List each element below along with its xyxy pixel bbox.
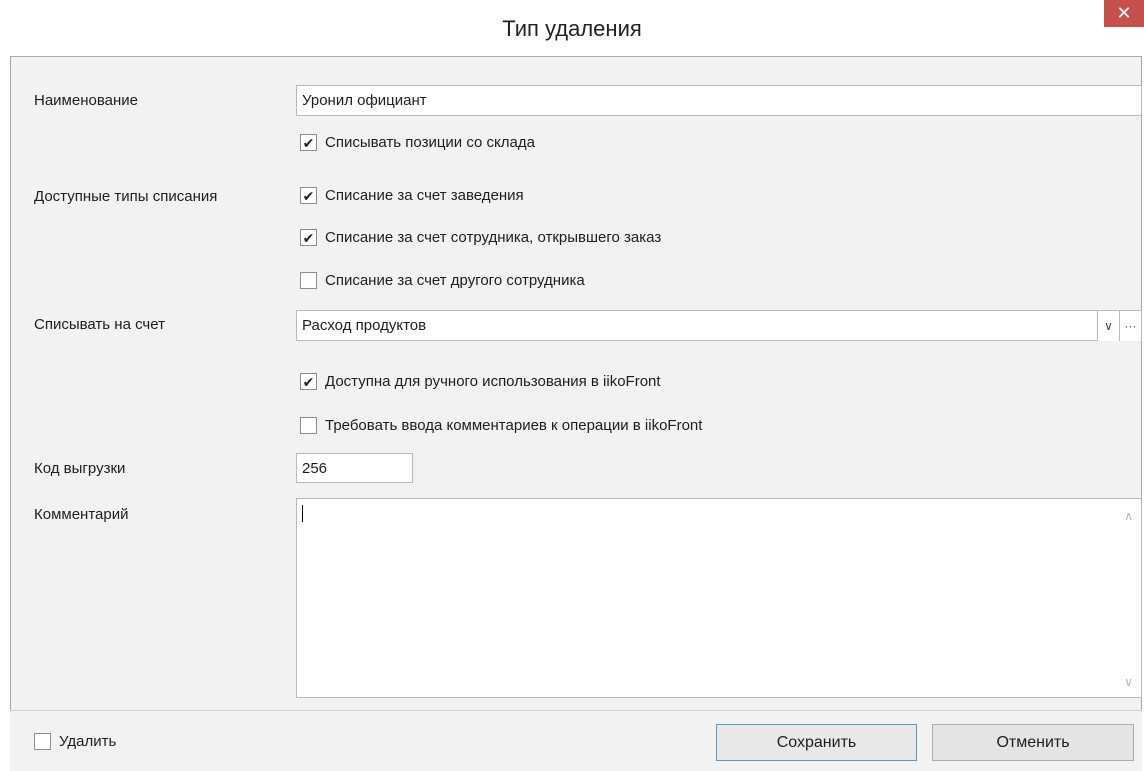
writeoff-types-label: Доступные типы списания <box>34 188 218 205</box>
checkbox-box: ✔ <box>300 134 317 151</box>
text-cursor <box>302 505 303 522</box>
title-bar: Тип удаления ✕ <box>0 0 1144 56</box>
checkbox-box: ✔ <box>300 187 317 204</box>
checkbox-box: ✔ <box>300 373 317 390</box>
checkbox-box: ✔ <box>300 229 317 246</box>
checkbox-box <box>34 733 51 750</box>
writeoff-type-other-employee-checkbox[interactable]: Списание за счет другого сотрудника <box>300 272 585 289</box>
checkbox-label: Списание за счет сотрудника, открывшего … <box>325 229 662 246</box>
more-options-icon[interactable]: ··· <box>1119 311 1141 341</box>
name-label: Наименование <box>34 92 138 109</box>
chevron-down-icon[interactable]: ∨ <box>1097 311 1119 341</box>
export-code-input[interactable]: 256 <box>296 453 413 483</box>
comment-textarea[interactable]: ∧ ∨ <box>296 498 1142 698</box>
require-comment-checkbox[interactable]: Требовать ввода комментариев к операции … <box>300 417 702 434</box>
name-input[interactable]: Уронил официант <box>296 85 1142 116</box>
checkbox-label: Списывать позиции со склада <box>325 134 535 151</box>
checkbox-label: Требовать ввода комментариев к операции … <box>325 417 703 434</box>
checkbox-label: Списание за счет заведения <box>325 187 524 204</box>
close-icon: ✕ <box>1116 3 1132 23</box>
account-select-value: Расход продуктов <box>302 317 427 334</box>
save-button[interactable]: Сохранить <box>716 724 917 761</box>
stock-writeoff-checkbox[interactable]: ✔ Списывать позиции со склада <box>300 134 535 151</box>
delete-checkbox[interactable]: Удалить <box>34 733 116 750</box>
checkbox-label: Удалить <box>59 733 117 750</box>
cancel-button[interactable]: Отменить <box>932 724 1134 761</box>
checkbox-box <box>300 272 317 289</box>
close-button[interactable]: ✕ <box>1104 0 1144 27</box>
export-code-label: Код выгрузки <box>34 460 126 477</box>
window-title: Тип удаления <box>502 16 642 41</box>
scroll-down-icon[interactable]: ∨ <box>1124 675 1133 689</box>
account-select[interactable]: Расход продуктов ∨ ··· <box>296 310 1142 341</box>
writeoff-type-establishment-checkbox[interactable]: ✔ Списание за счет заведения <box>300 187 524 204</box>
checkbox-box <box>300 417 317 434</box>
comment-label: Комментарий <box>34 506 129 523</box>
manual-use-checkbox[interactable]: ✔ Доступна для ручного использования в i… <box>300 373 661 390</box>
writeoff-type-order-employee-checkbox[interactable]: ✔ Списание за счет сотрудника, открывшег… <box>300 229 661 246</box>
scroll-up-icon[interactable]: ∧ <box>1124 509 1133 523</box>
checkbox-label: Списание за счет другого сотрудника <box>325 272 585 289</box>
checkbox-label: Доступна для ручного использования в iik… <box>325 373 661 390</box>
account-label: Списывать на счет <box>34 316 165 333</box>
